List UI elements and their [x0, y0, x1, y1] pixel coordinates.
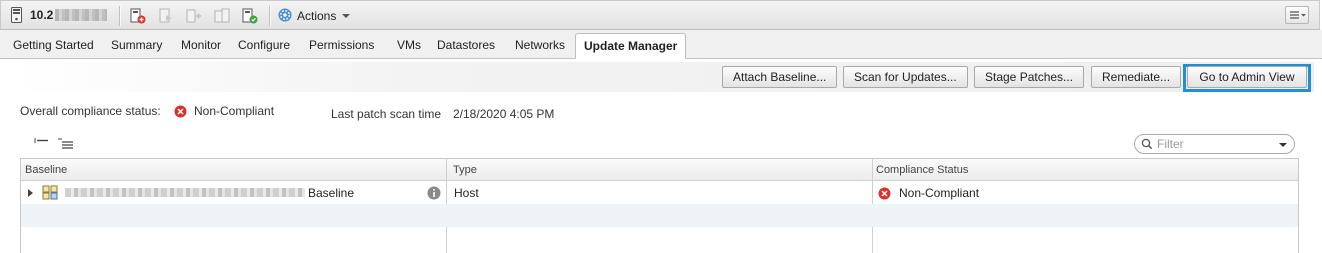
column-header-baseline[interactable]: Baseline [25, 164, 67, 176]
gear-icon [277, 7, 293, 26]
column-header-type[interactable]: Type [453, 164, 477, 176]
toolbar-divider [119, 6, 121, 26]
object-toolbar: 10.2 Actions [0, 0, 1320, 30]
type-cell: Host [454, 186, 479, 200]
tab-monitor[interactable]: Monitor [181, 38, 221, 52]
column-header-compliance-status[interactable]: Compliance Status [876, 164, 968, 176]
tab-configure[interactable]: Configure [238, 38, 290, 52]
chevron-down-icon[interactable] [1279, 143, 1287, 147]
last-scan-value: 2/18/2020 4:05 PM [453, 107, 555, 121]
host-name: 10.2 [30, 8, 54, 22]
new-vapp-icon[interactable] [213, 7, 231, 25]
stage-patches-button[interactable]: Stage Patches... [974, 66, 1085, 88]
error-icon [174, 105, 187, 118]
tab-getting-started[interactable]: Getting Started [13, 38, 94, 52]
tab-datastores[interactable]: Datastores [437, 38, 495, 52]
expand-arrow-icon[interactable] [28, 189, 33, 197]
baseline-icon [42, 185, 59, 200]
redacted-baseline-name [65, 188, 305, 197]
host-icon [11, 7, 22, 23]
table-row-empty [21, 204, 1298, 227]
overflow-menu-button[interactable] [1285, 6, 1309, 24]
baselines-table: Baseline Type Compliance Status Baseline… [20, 158, 1299, 253]
new-vm-icon[interactable] [129, 7, 147, 25]
toolbar-divider [269, 6, 271, 26]
table-row-empty [21, 227, 1298, 250]
tab-permissions[interactable]: Permissions [309, 38, 374, 52]
search-icon [1141, 138, 1153, 150]
remediate-button[interactable]: Remediate... [1091, 66, 1182, 88]
collapse-all-icon[interactable] [33, 136, 51, 152]
tab-summary[interactable]: Summary [111, 38, 162, 52]
go-to-admin-view-button[interactable]: Go to Admin View [1187, 66, 1307, 88]
baseline-name: Baseline [308, 186, 355, 200]
compliance-status-value: Non-Compliant [194, 104, 275, 118]
table-row[interactable]: Baseline Host Non-Compliant [21, 181, 1298, 204]
last-scan-label: Last patch scan time [331, 107, 442, 121]
column-chooser-icon[interactable] [57, 136, 75, 152]
info-icon[interactable] [427, 186, 441, 200]
tab-vms[interactable]: VMs [397, 38, 421, 52]
tab-networks[interactable]: Networks [515, 38, 565, 52]
attach-baseline-button[interactable]: Attach Baseline... [722, 66, 838, 88]
filter-input[interactable] [1157, 136, 1267, 152]
actions-label: Actions [297, 9, 337, 23]
actions-menu[interactable]: Actions [277, 7, 351, 26]
redacted-host-suffix [55, 9, 107, 21]
deploy-ovf-icon[interactable] [157, 7, 175, 25]
error-icon [878, 187, 891, 200]
compliance-status-label: Overall compliance status: [20, 104, 161, 118]
object-tabs: Getting Started Summary Monitor Configur… [0, 30, 1322, 59]
chevron-down-icon [342, 14, 351, 18]
scan-for-updates-button[interactable]: Scan for Updates... [843, 66, 968, 88]
table-header: Baseline Type Compliance Status [21, 159, 1298, 181]
compliance-status-cell: Non-Compliant [899, 186, 980, 200]
new-resource-pool-icon[interactable] [185, 7, 203, 25]
maintenance-mode-icon[interactable] [241, 7, 259, 25]
tab-update-manager[interactable]: Update Manager [575, 33, 687, 59]
filter-box[interactable] [1134, 134, 1295, 154]
